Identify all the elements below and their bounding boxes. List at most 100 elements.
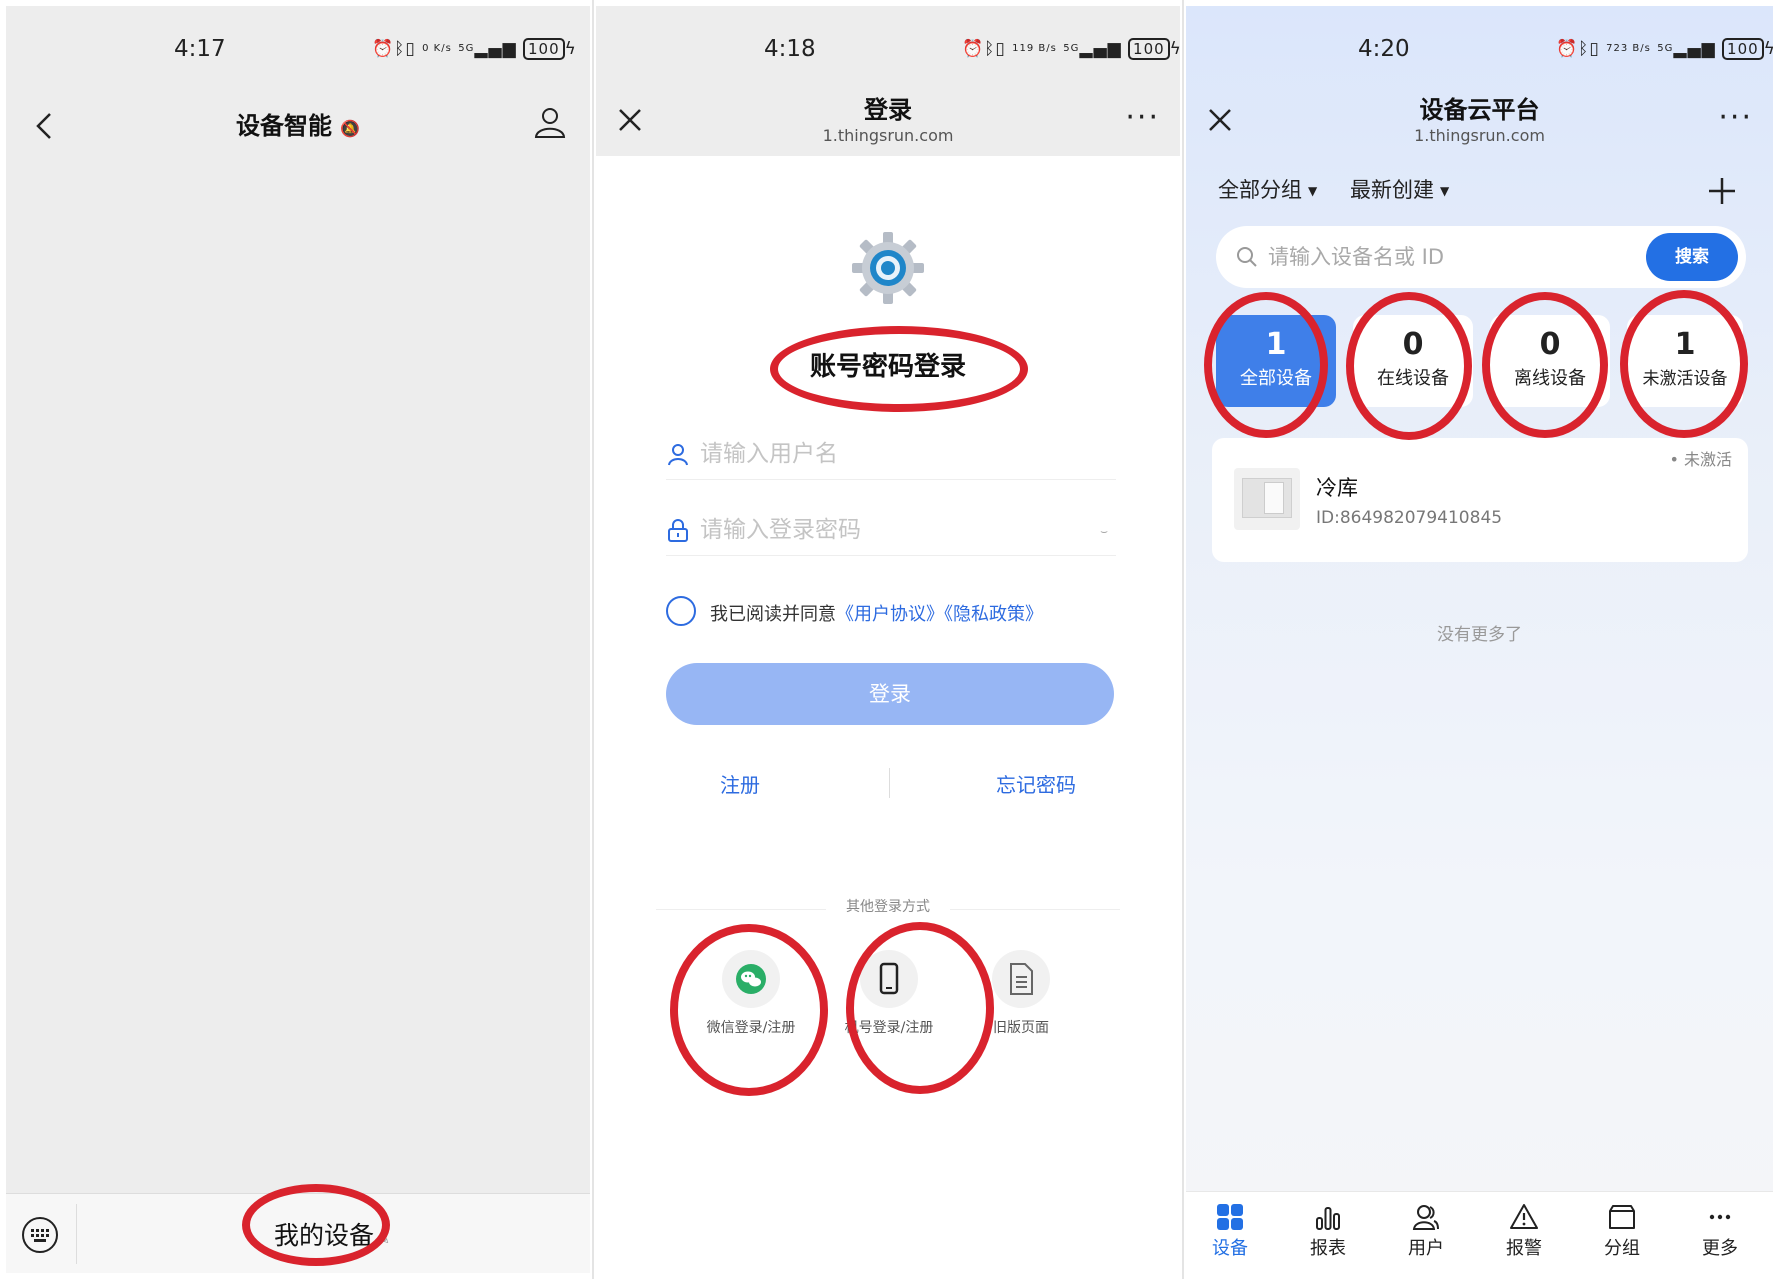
- tab-devices[interactable]: 设备: [1190, 1202, 1270, 1260]
- signal-icon: ▂▄▆: [474, 39, 517, 59]
- stat-count: 1: [1265, 327, 1287, 362]
- my-device-menu[interactable]: 我的设备 ✎: [274, 1216, 390, 1252]
- edit-pen-icon: ✎: [378, 1232, 390, 1248]
- net-speed: 723 B/s: [1606, 43, 1651, 54]
- status-icons: ⏰ᛒ▯ 0 K/s 5G▂▄▆ 100 ϟ: [372, 38, 577, 60]
- legacy-page-label: 旧版页面: [993, 1020, 1049, 1036]
- stat-label: 在线设备: [1377, 368, 1449, 389]
- group-filter-label: 全部分组: [1218, 178, 1302, 202]
- status-bar: 4:17 ⏰ᛒ▯ 0 K/s 5G▂▄▆ 100 ϟ: [6, 6, 590, 96]
- stat-online-devices[interactable]: 0 在线设备: [1353, 315, 1473, 407]
- my-device-label: 我的设备: [274, 1221, 375, 1250]
- lock-icon: [668, 519, 688, 542]
- signal-icon: ▂▄▆: [1079, 39, 1122, 59]
- tab-label: 分组: [1604, 1238, 1640, 1259]
- mute-bell-icon: 🔕: [340, 119, 360, 138]
- user-icon: [668, 444, 688, 466]
- tab-label: 更多: [1702, 1238, 1738, 1259]
- sort-dropdown[interactable]: 最新创建 ▼: [1350, 174, 1449, 204]
- signal-label: 5G: [458, 43, 475, 54]
- user-agreement-link[interactable]: 《用户协议》: [836, 604, 944, 625]
- tab-more[interactable]: 更多: [1680, 1202, 1760, 1260]
- chat-header: 设备智能 🔕: [6, 96, 590, 156]
- status-bar: 4:18 ⏰ᛒ▯ 119 B/s 5G▂▄▆ 100 ϟ: [596, 6, 1180, 96]
- chat-title: 设备智能: [236, 112, 333, 140]
- profile-icon[interactable]: [532, 104, 568, 140]
- page-title: 登录: [864, 96, 912, 124]
- link-divider: [889, 768, 890, 798]
- privacy-policy-link[interactable]: 《隐私政策》: [944, 604, 1043, 625]
- status-icons: ⏰ᛒ▯ 723 B/s 5G▂▄▆ 100 ϟ: [1556, 38, 1773, 60]
- sort-label: 最新创建: [1350, 178, 1434, 202]
- login-button[interactable]: 登录: [666, 663, 1114, 725]
- vibrate-icon: ▯: [405, 39, 416, 59]
- app-logo-gear-icon: [852, 232, 924, 304]
- device-status-badge: • 未激活: [1669, 450, 1732, 469]
- stat-label: 离线设备: [1514, 368, 1586, 389]
- device-list-item[interactable]: 冷库 ID:864982079410845 • 未激活: [1212, 438, 1748, 562]
- stat-count: 0: [1539, 327, 1561, 362]
- forgot-password-link[interactable]: 忘记密码: [996, 769, 1076, 798]
- chat-menu-bar: 我的设备 ✎: [6, 1193, 590, 1273]
- agreement-row: 我已阅读并同意《用户协议》《隐私政策》: [666, 594, 1126, 628]
- stat-inactive-devices[interactable]: 1 未激活设备: [1627, 315, 1743, 407]
- search-button[interactable]: 搜索: [1646, 233, 1738, 281]
- tab-alarms[interactable]: 报警: [1484, 1202, 1564, 1260]
- register-link[interactable]: 注册: [720, 769, 760, 798]
- username-field[interactable]: [666, 430, 1116, 480]
- wechat-login-option[interactable]: 微信登录/注册: [676, 950, 826, 1037]
- login-panel: 4:18 ⏰ᛒ▯ 119 B/s 5G▂▄▆ 100 ϟ 登录 1.thingsr…: [596, 6, 1180, 1273]
- alarm-icon: ⏰: [962, 39, 985, 59]
- tab-reports[interactable]: 报表: [1288, 1202, 1368, 1260]
- password-field[interactable]: ⌣: [666, 506, 1116, 556]
- status-time: 4:20: [1358, 36, 1410, 62]
- add-device-icon[interactable]: [1707, 176, 1737, 206]
- wechat-chat-panel: 4:17 ⏰ᛒ▯ 0 K/s 5G▂▄▆ 100 ϟ 设备智能 🔕 我的设备 ✎: [6, 6, 590, 1273]
- warning-icon: [1510, 1204, 1538, 1229]
- phone-icon: [860, 950, 918, 1008]
- more-options-icon[interactable]: ···: [1125, 100, 1160, 135]
- more-options-icon[interactable]: ···: [1718, 100, 1753, 135]
- stat-offline-devices[interactable]: 0 离线设备: [1490, 315, 1610, 407]
- keyboard-icon[interactable]: [20, 1215, 60, 1255]
- bluetooth-icon: ᛒ: [984, 39, 996, 59]
- eye-closed-icon[interactable]: ⌣: [1100, 524, 1108, 539]
- signal-label: 5G: [1657, 43, 1674, 54]
- search-bar: 搜索: [1216, 226, 1746, 288]
- bottom-tab-bar: 设备 报表 用户 报警 分组 更多: [1186, 1191, 1773, 1273]
- device-name: 冷库: [1316, 476, 1358, 500]
- status-time: 4:17: [174, 36, 226, 62]
- cold-storage-thumbnail: [1234, 468, 1300, 530]
- legacy-page-option[interactable]: 旧版页面: [946, 950, 1096, 1037]
- password-input[interactable]: [700, 512, 1060, 548]
- alarm-icon: ⏰: [372, 39, 395, 59]
- stat-count: 0: [1402, 327, 1424, 362]
- stat-label: 全部设备: [1240, 368, 1312, 389]
- phone-login-option[interactable]: 机号登录/注册: [814, 950, 964, 1037]
- wechat-login-label: 微信登录/注册: [706, 1020, 796, 1036]
- device-platform-panel: 4:20 ⏰ᛒ▯ 723 B/s 5G▂▄▆ 100 ϟ 设备云平台 1.thin…: [1186, 6, 1773, 1273]
- username-input[interactable]: [700, 436, 1060, 472]
- page-url: 1.thingsrun.com: [822, 126, 954, 145]
- grid-icon: [1217, 1204, 1243, 1230]
- charging-icon: ϟ: [564, 39, 577, 59]
- folder-icon: [1609, 1205, 1635, 1229]
- tab-label: 设备: [1212, 1238, 1248, 1259]
- signal-label: 5G: [1063, 43, 1080, 54]
- tab-label: 报警: [1506, 1238, 1542, 1259]
- search-input[interactable]: [1268, 240, 1618, 274]
- document-icon: [992, 950, 1050, 1008]
- stat-all-devices[interactable]: 1 全部设备: [1216, 315, 1336, 407]
- tab-users[interactable]: 用户: [1386, 1202, 1466, 1260]
- login-heading: 账号密码登录: [809, 352, 966, 382]
- more-dots-icon: [1709, 1214, 1731, 1220]
- no-more-text: 没有更多了: [1437, 625, 1522, 645]
- status-icons: ⏰ᛒ▯ 119 B/s 5G▂▄▆ 100 ϟ: [962, 38, 1180, 60]
- alarm-icon: ⏰: [1556, 39, 1579, 59]
- tab-groups[interactable]: 分组: [1582, 1202, 1662, 1260]
- panel-divider: [1182, 0, 1184, 1279]
- tab-label: 用户: [1408, 1238, 1444, 1259]
- signal-icon: ▂▄▆: [1673, 39, 1716, 59]
- group-filter-dropdown[interactable]: 全部分组 ▼: [1218, 174, 1317, 204]
- agree-checkbox[interactable]: [666, 596, 696, 626]
